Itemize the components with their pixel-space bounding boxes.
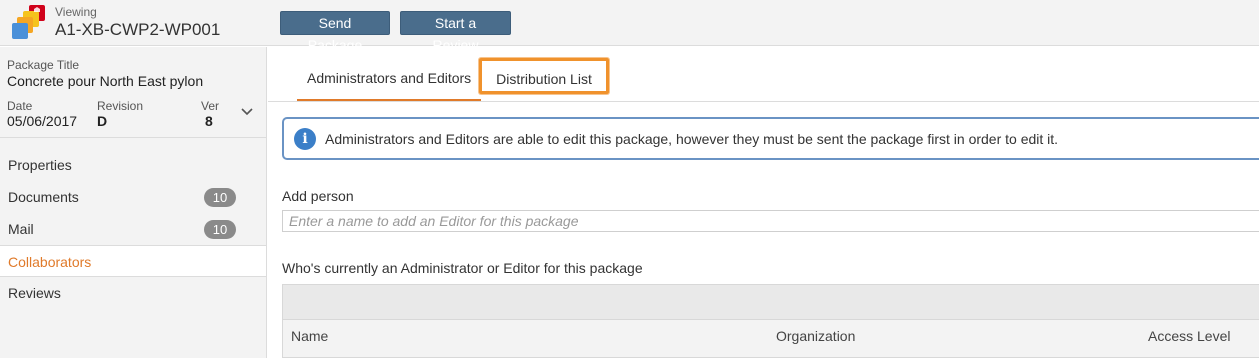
tab-administrators-editors[interactable]: Administrators and Editors [297, 47, 482, 101]
revision-label: Revision [97, 99, 144, 113]
sidebar-item-label: Collaborators [8, 254, 92, 270]
start-review-button[interactable]: Start a Review [400, 11, 511, 53]
column-header-organization[interactable]: Organization [776, 328, 855, 344]
sidebar-item-collaborators[interactable]: Collaborators [0, 245, 266, 277]
sidebar-item-label: Documents [8, 189, 79, 205]
count-badge: 10 [204, 188, 236, 207]
package-meta: Package Title Concrete pour North East p… [0, 47, 266, 138]
chevron-down-icon[interactable] [240, 105, 254, 119]
current-editors-label: Who's currently an Administrator or Edit… [282, 260, 643, 276]
table-header: Name Organization Access Level [282, 320, 1259, 358]
count-badge: 10 [204, 220, 236, 239]
ver-value: 8 [205, 113, 213, 129]
tab-bar: Administrators and Editors Distribution … [268, 47, 1259, 102]
package-id: A1-XB-CWP2-WP001 [55, 20, 221, 39]
date-value: 05/06/2017 [7, 113, 78, 129]
tab-distribution-list[interactable]: Distribution List [479, 58, 609, 94]
send-package-button[interactable]: Send Package [280, 11, 390, 53]
sidebar-item-reviews[interactable]: Reviews [0, 277, 266, 309]
table-toolbar [282, 284, 1259, 320]
sidebar-item-mail[interactable]: Mail 10 [0, 213, 266, 245]
viewing-label: Viewing [55, 5, 97, 19]
info-text: Administrators and Editors are able to e… [325, 131, 1059, 147]
sidebar-item-properties[interactable]: Properties [0, 149, 266, 181]
package-title: Concrete pour North East pylon [7, 73, 204, 89]
package-title-label: Package Title [7, 58, 80, 72]
info-icon: i [294, 128, 316, 150]
ver-label: Ver [201, 99, 220, 113]
date-label: Date [7, 99, 33, 113]
info-banner: i Administrators and Editors are able to… [282, 117, 1259, 160]
sidebar: Package Title Concrete pour North East p… [0, 47, 267, 358]
revision-value: D [97, 113, 108, 129]
sidebar-item-label: Properties [8, 157, 72, 173]
column-header-access-level[interactable]: Access Level [1148, 328, 1230, 344]
sidebar-item-label: Mail [8, 221, 34, 237]
sidebar-item-documents[interactable]: Documents 10 [0, 181, 266, 213]
add-person-label: Add person [282, 188, 354, 204]
column-header-name[interactable]: Name [291, 328, 328, 344]
sidebar-item-label: Reviews [8, 285, 61, 301]
add-person-input[interactable]: Enter a name to add an Editor for this p… [282, 210, 1259, 232]
top-bar: Viewing A1-XB-CWP2-WP001 Send Package St… [0, 0, 1259, 53]
app-logo-icon [12, 5, 45, 39]
